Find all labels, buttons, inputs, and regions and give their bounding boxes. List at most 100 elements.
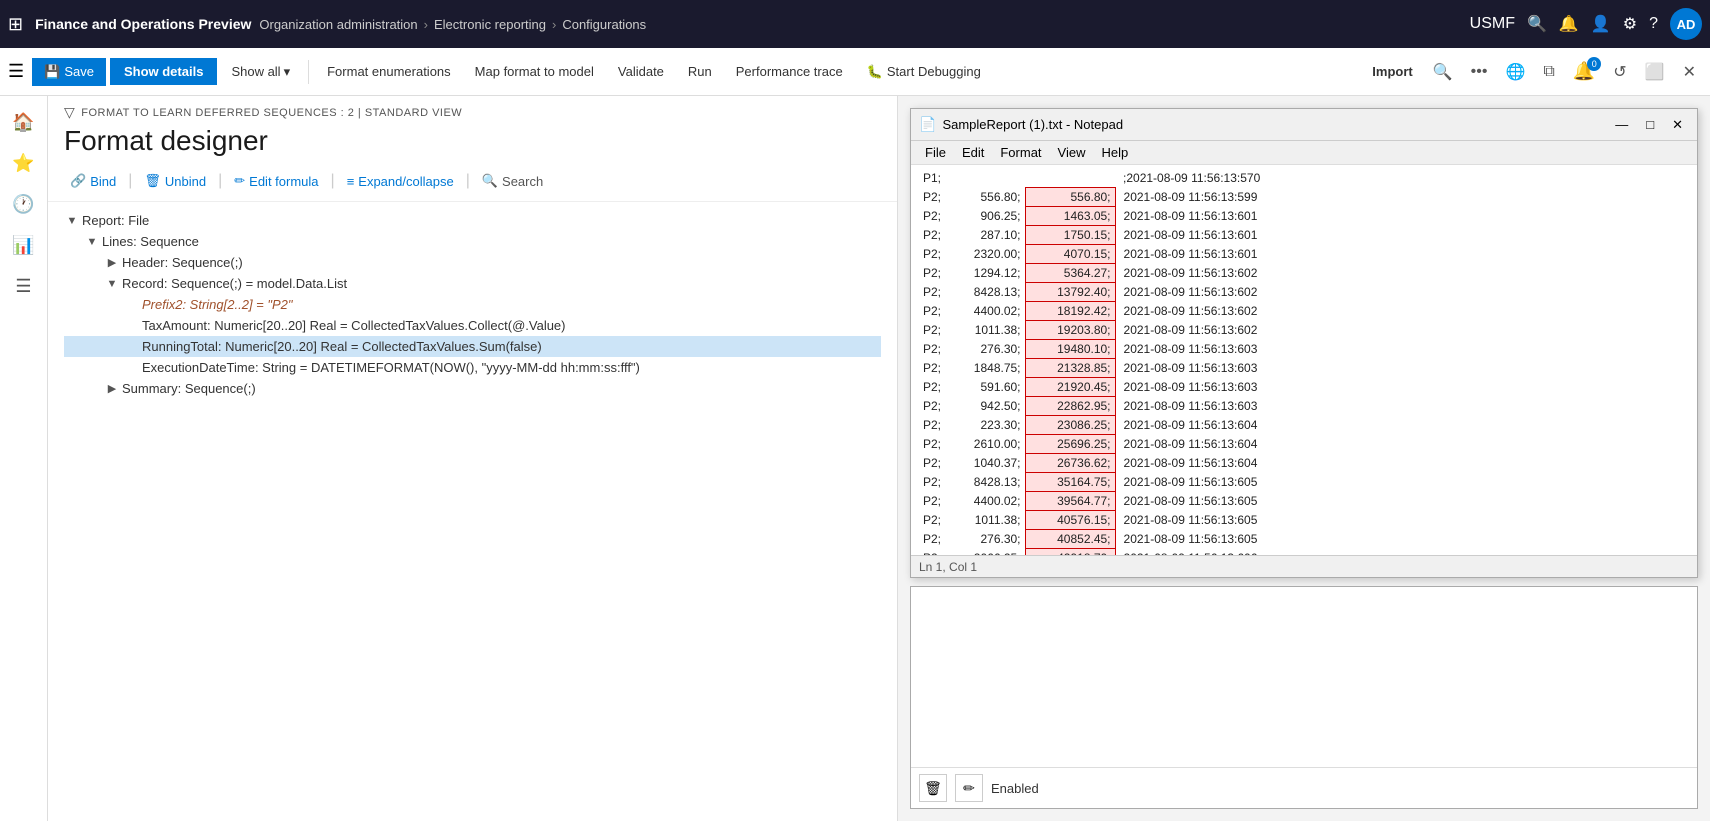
notepad-titlebar: 📄 SampleReport (1).txt - Notepad — □ ✕ [911, 109, 1697, 141]
notepad-cell-col3: 4070.15; [1025, 244, 1115, 263]
toolbar-refresh-icon[interactable]: ↺ [1607, 58, 1632, 86]
tree-item[interactable]: ▶ Summary: Sequence(;) [64, 378, 881, 399]
notepad-cell-col3: 21328.85; [1025, 358, 1115, 377]
save-button[interactable]: 💾 Save [32, 58, 106, 86]
bind-button[interactable]: 🔗 Bind [64, 169, 122, 193]
notepad-menu-edit[interactable]: Edit [956, 143, 990, 162]
edit-formula-button[interactable]: ✏ Edit formula [228, 169, 324, 193]
search-icon[interactable]: 🔍 [1527, 14, 1547, 34]
tree-toggle[interactable]: ▶ [104, 256, 120, 269]
search-button[interactable]: 🔍 Search [476, 169, 549, 193]
notepad-cell-col1: P1; [919, 169, 945, 187]
notepad-menu-view[interactable]: View [1052, 143, 1092, 162]
main-area: 🏠 ⭐ 🕐 📊 ☰ ▽ FORMAT TO LEARN DEFERRED SEQ… [0, 96, 1710, 821]
help-icon[interactable]: ? [1649, 15, 1658, 33]
performance-trace-button[interactable]: Performance trace [726, 58, 853, 85]
table-row: P2;591.60;21920.45;2021-08-09 11:56:13:6… [919, 377, 1264, 396]
tree-item[interactable]: ▼ Record: Sequence(;) = model.Data.List [64, 273, 881, 294]
toolbar-search-icon[interactable]: 🔍 [1427, 58, 1459, 86]
tree-toggle[interactable]: ▼ [84, 236, 100, 248]
toolbar-globe-icon[interactable]: 🌐 [1499, 58, 1531, 86]
app-grid-icon[interactable]: ⊞ [8, 14, 23, 35]
import-button[interactable]: Import [1364, 60, 1420, 83]
notepad-close-button[interactable]: ✕ [1666, 115, 1689, 135]
tree-item[interactable]: ▼ Report: File [64, 210, 881, 231]
notepad-cell-col3: 35164.75; [1025, 472, 1115, 491]
nav-org-admin[interactable]: Organization administration [259, 17, 417, 32]
table-row: P2;1848.75;21328.85;2021-08-09 11:56:13:… [919, 358, 1264, 377]
hamburger-icon[interactable]: ☰ [8, 61, 24, 82]
expand-collapse-button[interactable]: ≡ Expand/collapse [341, 170, 460, 193]
person-icon[interactable]: 👤 [1591, 14, 1611, 34]
right-panel: 📄 SampleReport (1).txt - Notepad — □ ✕ F… [898, 96, 1710, 821]
format-enumerations-button[interactable]: Format enumerations [317, 58, 461, 85]
notepad-cell-col3: 19203.80; [1025, 320, 1115, 339]
notepad-cell-col3: 18192.42; [1025, 301, 1115, 320]
run-button[interactable]: Run [678, 58, 722, 85]
tree-toggle[interactable]: ▼ [104, 278, 120, 290]
tree-item[interactable]: ExecutionDateTime: String = DATETIMEFORM… [64, 357, 881, 378]
toolbar-badge-button[interactable]: 🔔 0 [1567, 57, 1601, 86]
toolbar-windows-icon[interactable]: ⧉ [1537, 59, 1560, 85]
notepad-cell-col4: 2021-08-09 11:56:13:602 [1115, 263, 1264, 282]
toolbar-close-icon[interactable]: ✕ [1677, 58, 1702, 86]
tree-toggle[interactable]: ▶ [104, 382, 120, 395]
notepad-content[interactable]: P1;;2021-08-09 11:56:13:570 P2; 556.80;556… [911, 165, 1697, 555]
notepad-cell-col2: 556.80; [945, 187, 1025, 206]
tree-item[interactable]: ▶ Header: Sequence(;) [64, 252, 881, 273]
notepad-menu-format[interactable]: Format [994, 143, 1047, 162]
notepad-cell-col1: P2; [919, 377, 945, 396]
tree-item[interactable]: ▼ Lines: Sequence [64, 231, 881, 252]
side-recent-icon[interactable]: 🕐 [4, 186, 44, 223]
validate-button[interactable]: Validate [608, 58, 674, 85]
show-details-button[interactable]: Show details [110, 58, 217, 85]
tree-item-selected[interactable]: RunningTotal: Numeric[20..20] Real = Col… [64, 336, 881, 357]
tree-toggle [124, 341, 140, 353]
notepad-cell-col4: 2021-08-09 11:56:13:604 [1115, 415, 1264, 434]
notepad-menu-help[interactable]: Help [1095, 143, 1134, 162]
tree-area[interactable]: ▼ Report: File ▼ Lines: Sequence ▶ Heade… [48, 202, 897, 821]
unbind-button[interactable]: 🗑 Unbind [138, 169, 212, 193]
show-all-button[interactable]: Show all ▾ [221, 58, 300, 86]
edit-icon-btn[interactable]: ✏ [955, 774, 983, 802]
side-favorite-icon[interactable]: ⭐ [4, 145, 44, 182]
tree-toggle[interactable]: ▼ [64, 215, 80, 227]
toolbar-expand-icon[interactable]: ⬜ [1639, 58, 1671, 86]
tree-item[interactable]: Prefix2: String[2..2] = "P2" [64, 294, 881, 315]
delete-icon-btn[interactable]: 🗑 [919, 774, 947, 802]
notepad-cell-col2: 1011.38; [945, 320, 1025, 339]
table-row: P1;;2021-08-09 11:56:13:570 [919, 169, 1264, 187]
notepad-cell-col4: 2021-08-09 11:56:13:603 [1115, 396, 1264, 415]
map-format-button[interactable]: Map format to model [465, 58, 604, 85]
notepad-cell-col1: P2; [919, 510, 945, 529]
toolbar-dots-icon[interactable]: ••• [1465, 59, 1494, 85]
tree-item[interactable]: TaxAmount: Numeric[20..20] Real = Collec… [64, 315, 881, 336]
notepad-cell-col4: 2021-08-09 11:56:13:604 [1115, 453, 1264, 472]
filter-icon[interactable]: ▽ [64, 104, 75, 121]
nav-electronic-reporting[interactable]: Electronic reporting [434, 17, 546, 32]
notepad-minimize-button[interactable]: — [1609, 115, 1634, 135]
side-workspace-icon[interactable]: 📊 [4, 227, 44, 264]
notepad-cell-col4: 2021-08-09 11:56:13:605 [1115, 529, 1264, 548]
bell-icon[interactable]: 🔔 [1559, 14, 1579, 34]
start-debugging-button[interactable]: 🐛 Start Debugging [857, 58, 991, 86]
gear-icon[interactable]: ⚙ [1623, 14, 1637, 34]
notepad-cell-col3: 25696.25; [1025, 434, 1115, 453]
save-icon: 💾 [44, 64, 60, 80]
nav-configurations[interactable]: Configurations [562, 17, 646, 32]
notepad-cell-col1: P2; [919, 396, 945, 415]
notepad-cell-col3: 556.80; [1025, 187, 1115, 206]
notepad-maximize-button[interactable]: □ [1640, 115, 1660, 135]
side-list-icon[interactable]: ☰ [4, 268, 44, 305]
notepad-cell-col4: 2021-08-09 11:56:13:603 [1115, 339, 1264, 358]
side-home-icon[interactable]: 🏠 [4, 104, 44, 141]
avatar[interactable]: AD [1670, 8, 1702, 40]
link-icon: 🔗 [70, 173, 86, 189]
notepad-cell-col4: 2021-08-09 11:56:13:599 [1115, 187, 1264, 206]
notepad-cell-col4: 2021-08-09 11:56:13:601 [1115, 225, 1264, 244]
top-navbar: ⊞ Finance and Operations Preview Organiz… [0, 0, 1710, 48]
notepad-menu-file[interactable]: File [919, 143, 952, 162]
notepad-cell-col4: 2021-08-09 11:56:13:601 [1115, 206, 1264, 225]
table-row: P2;276.30;19480.10;2021-08-09 11:56:13:6… [919, 339, 1264, 358]
notepad-controls: — □ ✕ [1609, 115, 1689, 135]
